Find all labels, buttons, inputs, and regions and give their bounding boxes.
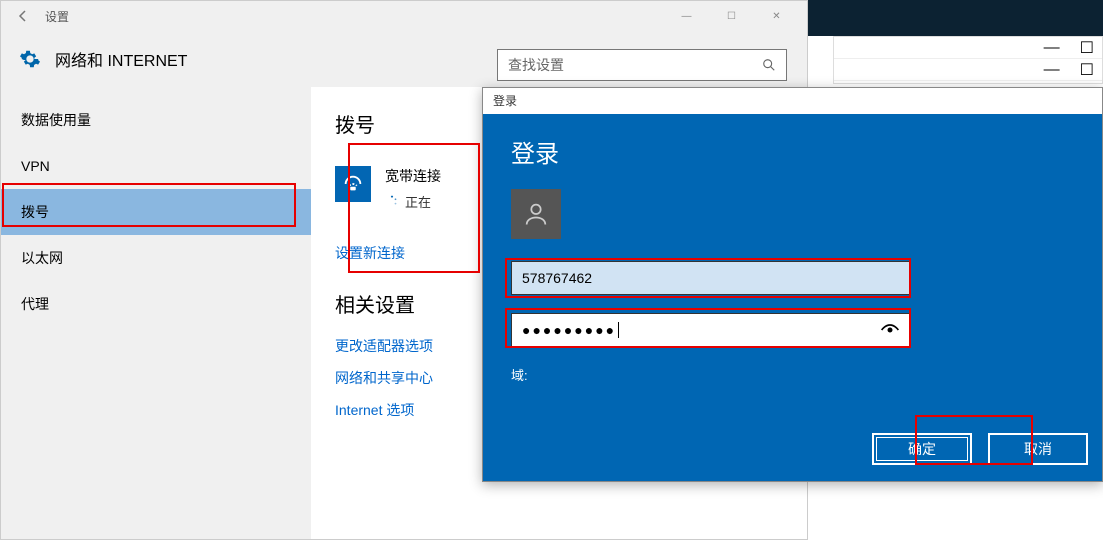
search-placeholder: 查找设置 [508, 55, 564, 75]
login-heading: 登录 [511, 134, 1074, 169]
bg-max-icon-2: ☐ [1080, 60, 1094, 80]
loading-spinner-icon [385, 194, 399, 208]
settings-sidebar: 数据使用量 VPN 拨号 以太网 代理 [1, 87, 311, 539]
maximize-button[interactable]: ☐ [709, 1, 754, 31]
settings-search[interactable]: 查找设置 [497, 49, 787, 81]
connection-name: 宽带连接 [385, 166, 441, 186]
sidebar-item-data-usage[interactable]: 数据使用量 [1, 97, 311, 143]
minimize-button[interactable]: — [664, 1, 709, 31]
close-button[interactable]: ✕ [754, 1, 799, 31]
reveal-password-icon[interactable] [880, 323, 900, 337]
gear-icon [19, 48, 41, 70]
sidebar-item-vpn[interactable]: VPN [1, 143, 311, 189]
sidebar-item-proxy[interactable]: 代理 [1, 281, 311, 327]
bg-min-icon: — [1044, 39, 1060, 57]
back-button[interactable] [9, 5, 37, 27]
background-dark-strip [803, 0, 1103, 36]
sidebar-item-dialup[interactable]: 拨号 [1, 189, 311, 235]
background-window-controls: — ☐ — ☐ [833, 36, 1103, 84]
dialup-icon [335, 166, 371, 202]
bg-min-icon-2: — [1044, 61, 1060, 79]
username-value: 578767462 [522, 270, 592, 286]
username-input[interactable]: 578767462 [511, 261, 911, 295]
avatar-placeholder [511, 189, 561, 239]
password-input[interactable]: ●●●●●●●●● [511, 313, 911, 347]
settings-titlebar: 设置 — ☐ ✕ [1, 1, 807, 31]
back-arrow-icon [15, 8, 31, 24]
sidebar-item-ethernet[interactable]: 以太网 [1, 235, 311, 281]
user-icon [522, 200, 550, 228]
settings-category-title: 网络和 INTERNET [55, 47, 187, 71]
text-cursor [618, 322, 619, 338]
password-value: ●●●●●●●●● [522, 322, 616, 338]
domain-label: 域: [511, 365, 1074, 384]
ok-button[interactable]: 确定 [872, 433, 972, 465]
connection-status: 正在 [385, 192, 441, 211]
search-icon [762, 58, 776, 72]
cancel-button[interactable]: 取消 [988, 433, 1088, 465]
settings-window-title: 设置 [45, 8, 664, 25]
login-dialog: 登录 登录 578767462 ●●●●●●●●● 域: 确定 取消 [482, 87, 1103, 482]
login-dialog-title: 登录 [483, 88, 1102, 114]
bg-max-icon: ☐ [1080, 38, 1094, 58]
